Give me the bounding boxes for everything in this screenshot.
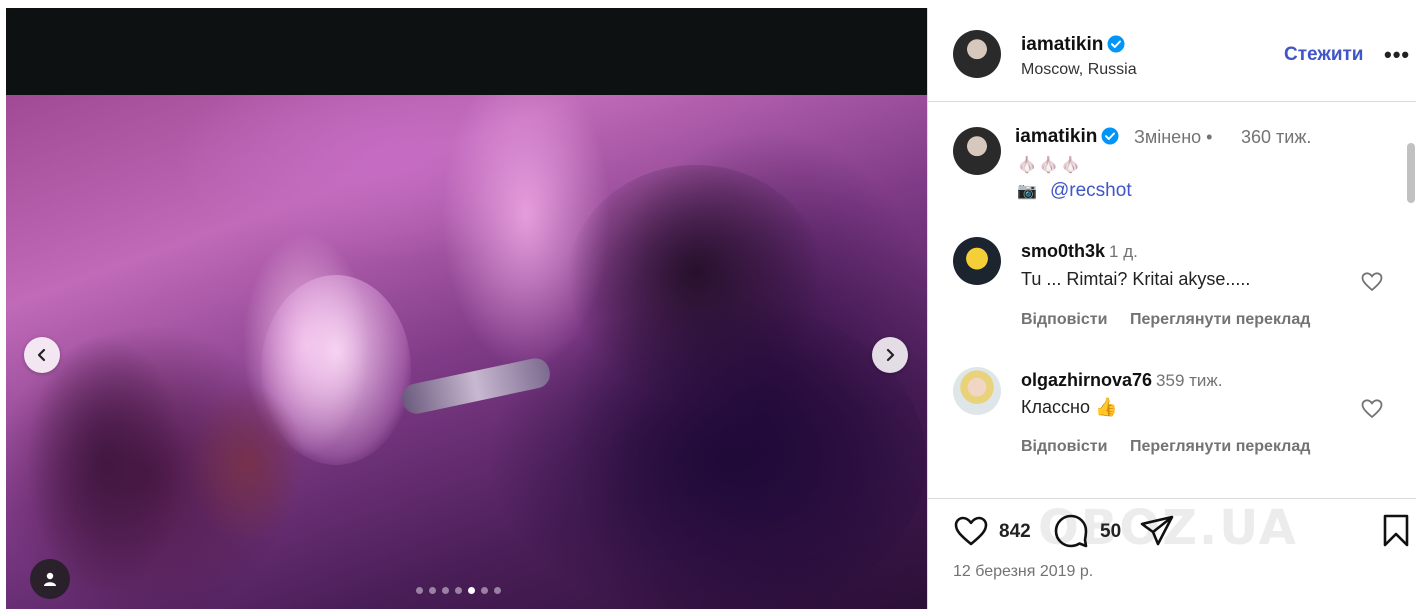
user-icon xyxy=(44,572,56,586)
carousel-indicator xyxy=(416,587,501,594)
verified-badge-icon xyxy=(1107,35,1125,53)
location-link[interactable]: Moscow, Russia xyxy=(1021,61,1137,79)
carousel-dot xyxy=(442,587,449,594)
more-options-button[interactable]: ••• xyxy=(1384,42,1410,68)
verified-badge-icon xyxy=(1101,127,1119,145)
reply-button[interactable]: Відповісти xyxy=(1021,311,1107,329)
comments-section[interactable]: iamatikin Змінено • 360 тиж. 🧄🧄🧄 📷 @recs… xyxy=(928,103,1416,499)
caption-emoji-line: 🧄🧄🧄 xyxy=(1017,157,1083,174)
comment-timestamp: 359 тиж. xyxy=(1156,371,1223,390)
chevron-right-icon xyxy=(886,348,895,362)
post-header: iamatikin Moscow, Russia Стежити ••• xyxy=(928,8,1416,102)
comment-timestamp: 1 д. xyxy=(1109,242,1138,261)
heart-icon[interactable] xyxy=(1360,397,1384,421)
carousel-dot xyxy=(416,587,423,594)
carousel-dot xyxy=(468,587,475,594)
previous-slide-button[interactable] xyxy=(24,337,60,373)
comment-username[interactable]: olgazhirnova76 359 тиж. xyxy=(1021,370,1223,391)
chevron-left-icon xyxy=(37,348,46,362)
post-actions: OBOZ.UA 842 50 12 березня 2019 р. xyxy=(928,500,1416,609)
post-media xyxy=(6,8,927,609)
carousel-dot xyxy=(494,587,501,594)
see-translation-button[interactable]: Переглянути переклад xyxy=(1130,438,1310,456)
share-icon[interactable] xyxy=(1138,512,1176,550)
comment-text: Классно 👍 xyxy=(1021,397,1118,417)
caption-avatar[interactable] xyxy=(953,127,1001,175)
comment-username[interactable]: smo0th3k 1 д. xyxy=(1021,241,1138,262)
next-slide-button[interactable] xyxy=(872,337,908,373)
tagged-users-button[interactable] xyxy=(30,559,70,599)
comments-scrollbar[interactable] xyxy=(1407,143,1415,203)
reply-button[interactable]: Відповісти xyxy=(1021,438,1107,456)
commenter-avatar[interactable] xyxy=(953,367,1001,415)
save-bookmark-icon[interactable] xyxy=(1380,512,1412,550)
carousel-dot xyxy=(429,587,436,594)
post-sidebar: iamatikin Moscow, Russia Стежити ••• iam… xyxy=(927,8,1416,609)
caption-mention-link[interactable]: @recshot xyxy=(1050,180,1132,202)
post-photo xyxy=(6,95,927,609)
caption-timestamp: 360 тиж. xyxy=(1241,127,1312,147)
see-translation-button[interactable]: Переглянути переклад xyxy=(1130,311,1310,329)
like-count[interactable]: 842 xyxy=(999,521,1031,543)
carousel-dot xyxy=(455,587,462,594)
comment-icon[interactable] xyxy=(1052,512,1090,550)
like-icon[interactable] xyxy=(952,512,990,550)
caption-username[interactable]: iamatikin xyxy=(1015,126,1119,148)
edited-label: Змінено • xyxy=(1134,127,1213,147)
follow-button[interactable]: Стежити xyxy=(1284,44,1363,66)
heart-icon[interactable] xyxy=(1360,270,1384,294)
header-username[interactable]: iamatikin xyxy=(1021,34,1125,56)
comment-text: Tu ... Rimtai? Kritai akyse..... xyxy=(1021,269,1251,289)
comment-count[interactable]: 50 xyxy=(1100,521,1121,543)
post-date[interactable]: 12 березня 2019 р. xyxy=(953,563,1093,581)
carousel-dot xyxy=(481,587,488,594)
camera-emoji: 📷 xyxy=(1017,183,1037,200)
commenter-avatar[interactable] xyxy=(953,237,1001,285)
avatar[interactable] xyxy=(953,30,1001,78)
media-top-bar xyxy=(6,8,927,95)
